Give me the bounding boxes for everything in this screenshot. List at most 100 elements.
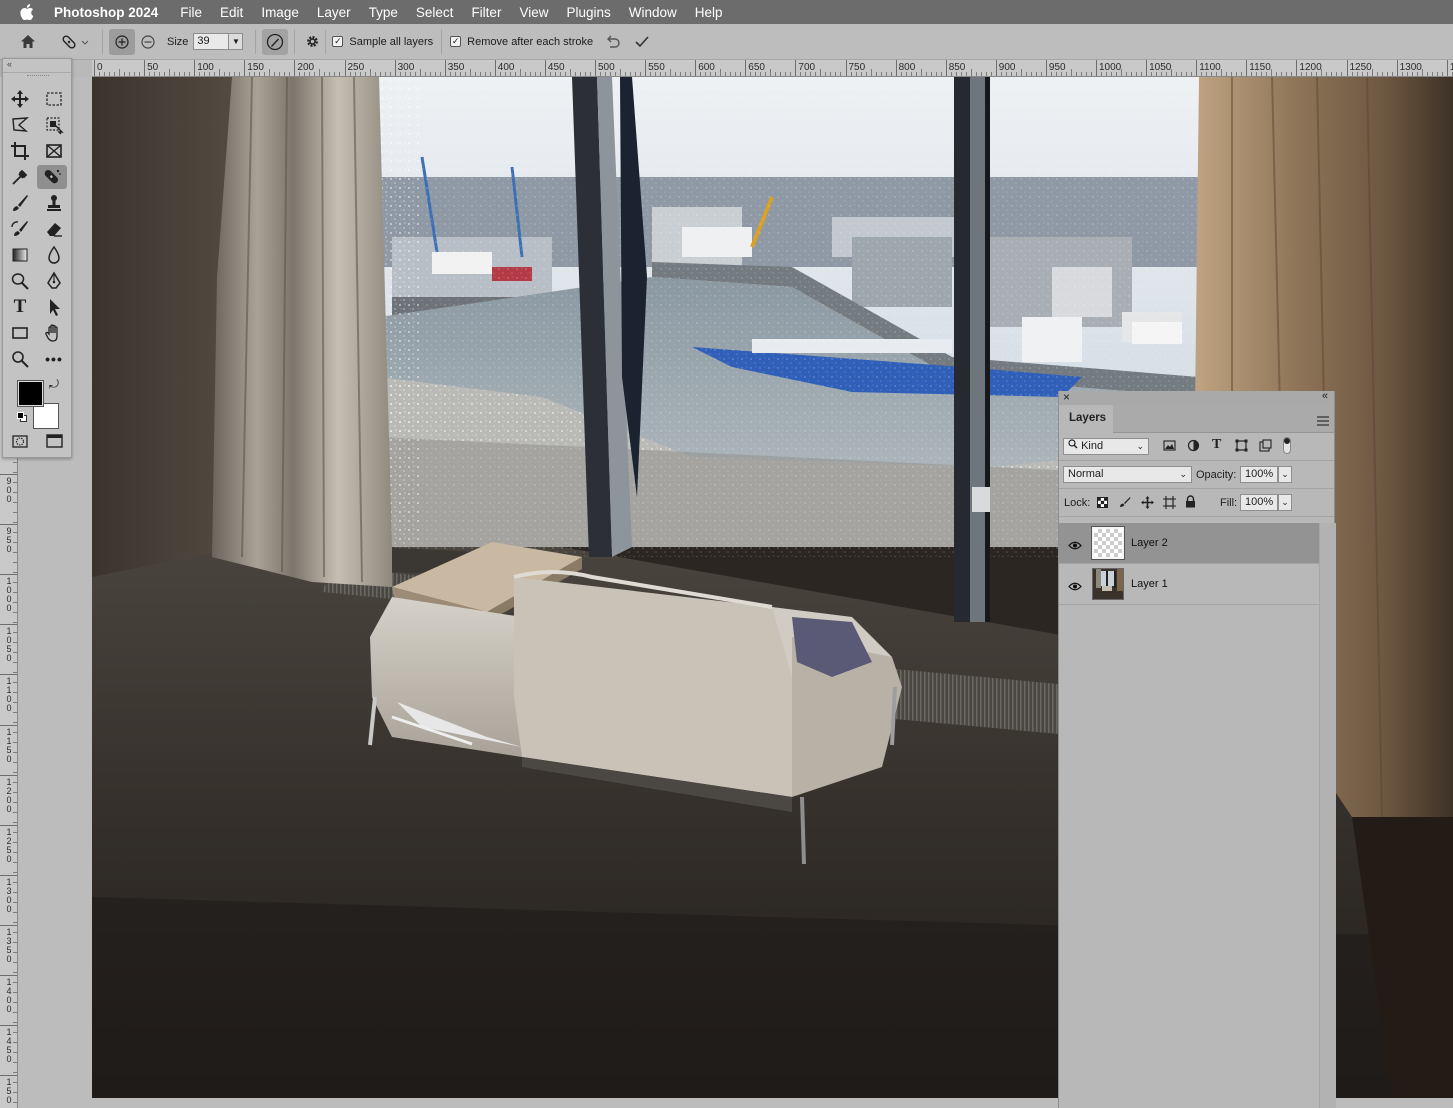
tool-preset-picker[interactable] [56,29,96,55]
subtract-from-area-button[interactable] [135,29,161,55]
remove-after-stroke-checkbox[interactable]: ✓ [450,36,462,47]
apple-logo-icon[interactable] [0,4,54,20]
filter-kind-dropdown[interactable]: Kind ⌄ [1063,438,1149,455]
remove-tool-icon[interactable] [37,165,67,189]
blur-tool-icon[interactable] [39,243,69,267]
settings-button[interactable] [301,29,323,55]
frame-tool-icon[interactable] [39,139,69,163]
menu-plugins[interactable]: Plugins [566,5,610,20]
dodge-tool-icon[interactable] [5,269,35,293]
toolbar-collapse-button[interactable]: « [3,59,71,73]
commit-button[interactable] [629,29,655,55]
pen-tool-icon[interactable] [39,269,69,293]
menu-filter[interactable]: Filter [471,5,501,20]
layer-2-name[interactable]: Layer 2 [1131,537,1168,549]
pressure-size-button[interactable] [262,28,289,55]
fill-input[interactable]: 100% [1240,494,1278,511]
adjustment-filter-icon[interactable] [1187,439,1200,455]
app-name[interactable]: Photoshop 2024 [54,5,158,20]
sample-all-layers-checkbox[interactable]: ✓ [332,36,344,47]
menu-type[interactable]: Type [369,5,398,20]
ruler-major-tick [645,60,647,76]
eraser-tool-icon[interactable] [39,217,69,241]
fill-dropdown-button[interactable]: ⌄ [1278,494,1292,511]
ruler-major-tick [1346,60,1348,76]
object-selection-tool-icon[interactable] [39,113,69,137]
menu-file[interactable]: File [180,5,202,20]
type-tool-icon[interactable]: T [5,295,35,319]
collapse-panel-icon[interactable]: « [1322,390,1328,402]
layer-row-layer-1[interactable]: Layer 1 [1059,564,1319,605]
ruler-minor-tick [1050,72,1052,76]
crop-tool-icon[interactable] [5,139,35,163]
pixel-layer-filter-icon[interactable] [1163,439,1176,455]
shape-filter-icon[interactable] [1235,439,1248,455]
brush-tool-icon[interactable] [5,191,35,215]
more-tools-icon[interactable]: ••• [39,347,69,371]
menu-select[interactable]: Select [416,5,454,20]
menu-edit[interactable]: Edit [220,5,243,20]
ruler-minor-tick [13,652,17,653]
size-dropdown-button[interactable]: ▼ [229,33,244,50]
ruler-minor-tick [1416,72,1418,76]
smart-object-filter-icon[interactable] [1259,439,1272,455]
gradient-tool-icon[interactable] [5,243,35,267]
quick-mask-icon[interactable] [5,429,35,453]
visibility-eye-icon[interactable] [1068,578,1082,596]
ruler-minor-tick [625,72,627,76]
history-brush-tool-icon[interactable] [5,217,35,241]
toolbar-grip[interactable] [27,75,49,77]
ruler-minor-tick [13,1062,17,1063]
menu-image[interactable]: Image [261,5,299,20]
lock-pixels-brush-icon[interactable] [1119,496,1131,511]
menu-window[interactable]: Window [629,5,677,20]
horizontal-ruler[interactable]: 0 50 100 150 200 250 300 350 400 450 500 550 600 650 7… [92,60,1453,77]
search-icon [1068,439,1081,452]
type-filter-icon[interactable]: T [1212,437,1221,453]
ruler-major-tick [244,60,246,76]
ruler-minor-tick [1085,72,1087,76]
swap-colors-icon[interactable]: ⤾ [49,377,59,392]
visibility-eye-icon[interactable] [1068,537,1082,555]
reset-button[interactable] [597,29,629,55]
rectangle-tool-icon[interactable] [5,321,35,345]
tab-layers[interactable]: Layers [1059,405,1113,433]
opacity-input[interactable]: 100% [1240,466,1278,483]
layers-scrollbar[interactable] [1319,523,1336,1108]
lock-artboard-icon[interactable] [1163,496,1176,512]
ruler-major-tick [1246,60,1248,76]
home-button[interactable] [0,29,56,55]
path-selection-tool-icon[interactable] [39,295,69,319]
close-panel-icon[interactable]: × [1063,390,1070,404]
screen-mode-icon[interactable] [39,429,69,453]
clone-stamp-tool-icon[interactable] [39,191,69,215]
menu-view[interactable]: View [519,5,548,20]
menu-help[interactable]: Help [695,5,723,20]
blend-mode-dropdown[interactable]: Normal ⌄ [1063,466,1192,483]
size-input[interactable]: 39 [193,33,230,50]
ruler-major-tick [494,60,496,76]
layer-1-name[interactable]: Layer 1 [1131,578,1168,590]
ruler-minor-tick [680,72,682,76]
marquee-tool-icon[interactable] [39,87,69,111]
panel-menu-icon[interactable] [1317,413,1329,431]
lock-transparent-icon[interactable] [1097,497,1108,511]
menu-layer[interactable]: Layer [317,5,351,20]
hand-tool-icon[interactable] [39,321,69,345]
lock-position-move-icon[interactable] [1141,496,1154,512]
lasso-tool-icon[interactable] [5,113,35,137]
ruler-minor-tick [1381,72,1383,76]
default-colors-icon[interactable] [17,412,27,422]
lock-all-icon[interactable] [1185,495,1196,511]
filter-toggle[interactable] [1283,437,1291,454]
move-tool-icon[interactable] [5,87,35,111]
ruler-minor-tick [349,72,351,76]
zoom-tool-icon[interactable] [5,347,35,371]
background-color-swatch[interactable] [33,403,59,429]
layer-row-layer-2[interactable]: Layer 2 [1059,523,1319,564]
opacity-dropdown-button[interactable]: ⌄ [1278,466,1292,483]
eyedropper-tool-icon[interactable] [5,165,35,189]
add-circle-icon [115,34,129,49]
foreground-color-swatch[interactable] [17,380,44,407]
add-to-area-button[interactable] [109,28,135,55]
